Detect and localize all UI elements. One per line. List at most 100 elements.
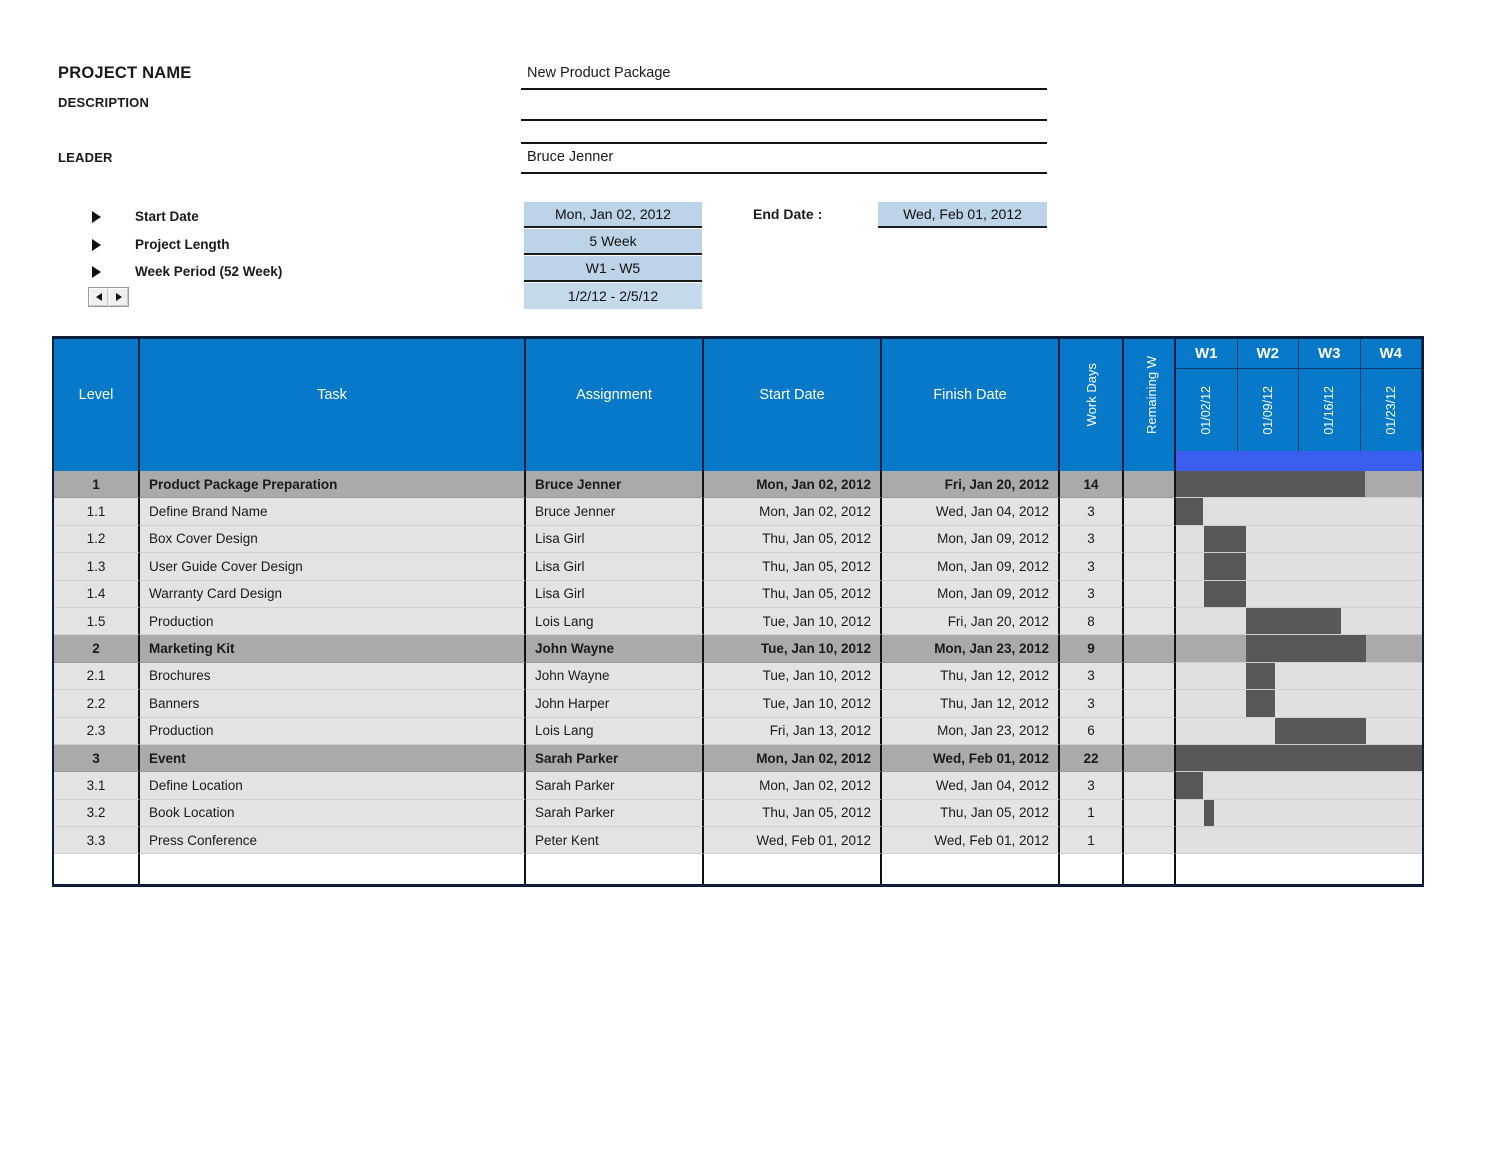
week-header-w3[interactable]: W3 bbox=[1299, 339, 1361, 369]
column-header-start-date[interactable]: Start Date bbox=[704, 339, 882, 451]
end-date-value[interactable]: Wed, Feb 01, 2012 bbox=[878, 202, 1047, 228]
cell-task: Banners bbox=[140, 690, 526, 718]
bullet-triangle-icon bbox=[92, 265, 101, 278]
cell-work-days: 14 bbox=[1060, 471, 1124, 499]
cell-assignment: John Wayne bbox=[526, 662, 704, 691]
column-header-work-days[interactable]: Work Days bbox=[1060, 339, 1124, 451]
table-row[interactable]: 2.1 Brochures John Wayne Tue, Jan 10, 2012 T… bbox=[54, 662, 1422, 691]
gantt-bar[interactable] bbox=[1246, 635, 1366, 662]
gantt-track bbox=[1176, 498, 1422, 526]
table-row[interactable]: 1.3 User Guide Cover Design Lisa Girl Thu, … bbox=[54, 553, 1422, 581]
gantt-track bbox=[1176, 471, 1422, 499]
gantt-bar[interactable] bbox=[1204, 799, 1214, 827]
cell-start-date: Wed, Feb 01, 2012 bbox=[704, 827, 882, 855]
cell-start-date: Mon, Jan 02, 2012 bbox=[704, 772, 882, 800]
gantt-bar[interactable] bbox=[1204, 553, 1246, 580]
cell-remaining-weeks bbox=[1124, 690, 1176, 718]
gantt-bar[interactable] bbox=[1204, 525, 1246, 553]
cell-finish-date: Thu, Jan 12, 2012 bbox=[882, 690, 1060, 718]
cell-start-date: Thu, Jan 05, 2012 bbox=[704, 580, 882, 608]
table-row[interactable]: 3.2 Book Location Sarah Parker Thu, Jan 05,… bbox=[54, 799, 1422, 828]
gantt-bar[interactable] bbox=[1176, 471, 1366, 498]
gantt-bar[interactable] bbox=[1246, 607, 1342, 635]
table-empty-row bbox=[54, 854, 1422, 885]
cell-level: 1.4 bbox=[54, 580, 140, 608]
cell-work-days: 1 bbox=[1060, 799, 1124, 828]
cell-assignment: Sarah Parker bbox=[526, 799, 704, 828]
week-header-w4[interactable]: W4 bbox=[1360, 339, 1422, 369]
week-scroll-spinner[interactable] bbox=[88, 287, 129, 307]
project-length-row: Project Length bbox=[58, 231, 230, 258]
column-header-remaining-weeks[interactable]: Remaining W bbox=[1124, 339, 1176, 451]
cell-task: Event bbox=[140, 744, 526, 773]
cell-start-date: Fri, Jan 13, 2012 bbox=[704, 717, 882, 745]
cell-task: Warranty Card Design bbox=[140, 580, 526, 608]
cell-finish-date: Wed, Jan 04, 2012 bbox=[882, 498, 1060, 526]
cell-finish-date: Mon, Jan 09, 2012 bbox=[882, 553, 1060, 581]
table-row[interactable]: 1.4 Warranty Card Design Lisa Girl Thu, Jan… bbox=[54, 580, 1422, 608]
gantt-bar[interactable] bbox=[1274, 717, 1366, 744]
column-header-finish-date[interactable]: Finish Date bbox=[882, 339, 1060, 451]
cell-task: Press Conference bbox=[140, 827, 526, 855]
gantt-project-sheet: PROJECT NAME DESCRIPTION LEADER New Prod… bbox=[0, 0, 1500, 1160]
table-row[interactable]: 1.5 Production Lois Lang Tue, Jan 10, 2012 F… bbox=[54, 607, 1422, 636]
gantt-track bbox=[1176, 772, 1422, 800]
gantt-bar[interactable] bbox=[1176, 498, 1204, 525]
week-period-value[interactable]: W1 - W5 bbox=[524, 256, 702, 282]
cell-start-date: Thu, Jan 05, 2012 bbox=[704, 553, 882, 581]
table-row[interactable]: 2.3 Production Lois Lang Fri, Jan 13, 2012 M… bbox=[54, 717, 1422, 745]
week-date-w3: 01/16/12 bbox=[1299, 369, 1361, 451]
project-name-value[interactable]: New Product Package bbox=[527, 65, 670, 81]
leader-value[interactable]: Bruce Jenner bbox=[527, 149, 613, 165]
cell-level: 1 bbox=[54, 471, 140, 499]
gantt-bar[interactable] bbox=[1246, 690, 1275, 717]
gantt-bar[interactable] bbox=[1176, 744, 1422, 772]
cell-assignment: John Harper bbox=[526, 690, 704, 718]
table-row[interactable]: 2 Marketing Kit John Wayne Tue, Jan 10, 201… bbox=[54, 635, 1422, 663]
column-header-level[interactable]: Level bbox=[54, 339, 140, 451]
gantt-track bbox=[1176, 717, 1422, 745]
end-date-label: End Date : bbox=[753, 206, 823, 222]
cell-level: 3.1 bbox=[54, 772, 140, 800]
week-header-w2[interactable]: W2 bbox=[1237, 339, 1299, 369]
table-row[interactable]: 3.1 Define Location Sarah Parker Mon, Jan 0… bbox=[54, 772, 1422, 800]
cell-remaining-weeks bbox=[1124, 635, 1176, 663]
column-header-assignment[interactable]: Assignment bbox=[526, 339, 704, 451]
cell-task: Brochures bbox=[140, 662, 526, 691]
gantt-track bbox=[1176, 553, 1422, 581]
week-header-w1[interactable]: W1 bbox=[1176, 339, 1238, 369]
gantt-track bbox=[1176, 607, 1422, 636]
table-row[interactable]: 2.2 Banners John Harper Tue, Jan 10, 2012 Th… bbox=[54, 690, 1422, 718]
scroll-right-button[interactable] bbox=[109, 288, 128, 306]
week-label-row: W1 W2 W3 W4 bbox=[1176, 339, 1422, 369]
gantt-table: Level Task Assignment Start Date Finish … bbox=[52, 336, 1424, 888]
cell-finish-date: Fri, Jan 20, 2012 bbox=[882, 471, 1060, 499]
table-row[interactable]: 3.3 Press Conference Peter Kent Wed, Feb 01… bbox=[54, 827, 1422, 855]
header-spacer-row bbox=[54, 451, 1422, 471]
cell-level: 2.1 bbox=[54, 662, 140, 691]
cell-finish-date: Mon, Jan 23, 2012 bbox=[882, 717, 1060, 745]
date-range-value[interactable]: 1/2/12 - 2/5/12 bbox=[524, 283, 702, 309]
gantt-bar[interactable] bbox=[1204, 580, 1246, 607]
week-header-group: W1 W2 W3 W4 01/02/12 01/09/12 01/16/12 0… bbox=[1176, 339, 1422, 451]
table-row[interactable]: 1.2 Box Cover Design Lisa Girl Thu, Jan 05,… bbox=[54, 525, 1422, 554]
cell-remaining-weeks bbox=[1124, 799, 1176, 828]
start-date-value[interactable]: Mon, Jan 02, 2012 bbox=[524, 202, 702, 228]
table-row[interactable]: 1 Product Package Preparation Bruce Jenner… bbox=[54, 471, 1422, 499]
cell-task: Production bbox=[140, 717, 526, 745]
cell-task: Define Location bbox=[140, 772, 526, 800]
table-row[interactable]: 1.1 Define Brand Name Bruce Jenner Mon, Jan… bbox=[54, 498, 1422, 526]
cell-work-days: 3 bbox=[1060, 580, 1124, 608]
cell-level: 2 bbox=[54, 635, 140, 663]
project-length-value[interactable]: 5 Week bbox=[524, 229, 702, 255]
cell-assignment: Lisa Girl bbox=[526, 580, 704, 608]
week-period-label: Week Period (52 Week) bbox=[135, 264, 283, 279]
gantt-bar[interactable] bbox=[1246, 662, 1275, 690]
column-header-task[interactable]: Task bbox=[140, 339, 526, 451]
table-header-row: Level Task Assignment Start Date Finish … bbox=[54, 339, 1422, 451]
scroll-left-button[interactable] bbox=[89, 288, 108, 306]
table-row[interactable]: 3 Event Sarah Parker Mon, Jan 02, 2012 Wed, … bbox=[54, 744, 1422, 773]
cell-level: 3 bbox=[54, 744, 140, 773]
gantt-bar[interactable] bbox=[1176, 772, 1204, 799]
cell-task: Define Brand Name bbox=[140, 498, 526, 526]
